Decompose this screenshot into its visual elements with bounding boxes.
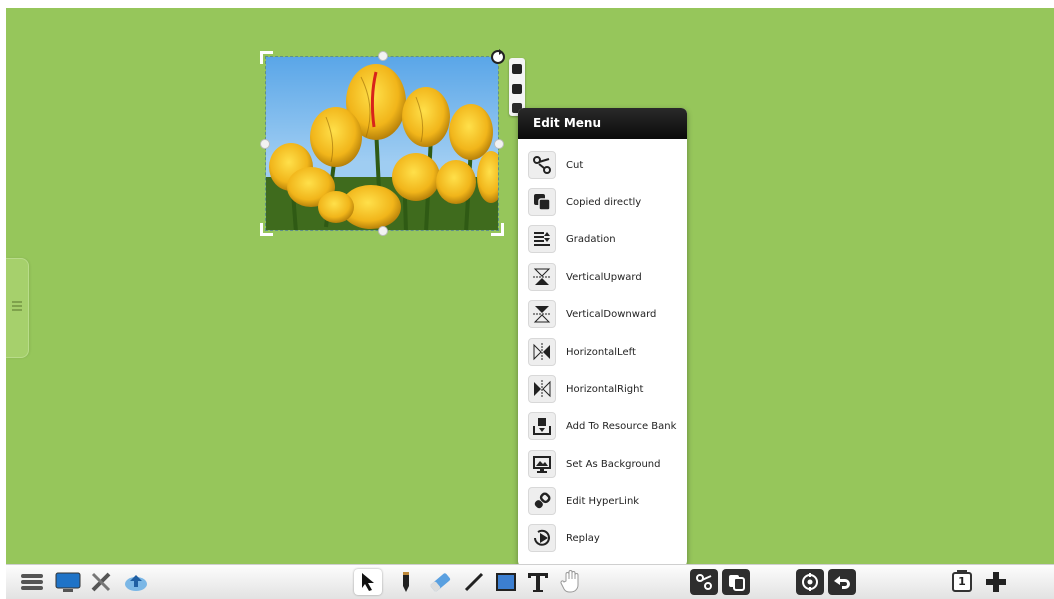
set-background-icon	[528, 450, 556, 478]
flip-horizontal-left-icon	[528, 338, 556, 366]
cut-tool-icon[interactable]	[690, 569, 718, 595]
flip-vertical-down-icon	[528, 300, 556, 328]
menu-item-vertical-upward[interactable]: VerticalUpward	[528, 261, 683, 293]
menu-list-icon[interactable]	[18, 569, 46, 595]
shape-rectangle-icon[interactable]	[492, 569, 520, 595]
locate-icon[interactable]	[796, 569, 824, 595]
menu-item-label: VerticalDownward	[566, 308, 657, 320]
menu-item-label: Set As Background	[566, 458, 661, 470]
rotate-icon[interactable]	[491, 49, 505, 64]
menu-item-horizontal-left[interactable]: HorizontalLeft	[528, 336, 683, 368]
flip-horizontal-right-icon	[528, 375, 556, 403]
menu-item-label: Edit HyperLink	[566, 495, 640, 507]
eraser-icon[interactable]	[426, 569, 454, 595]
menu-item-set-background[interactable]: Set As Background	[528, 448, 683, 480]
menu-item-copy[interactable]: Copied directly	[528, 186, 683, 218]
corner-handle-br[interactable]	[491, 223, 504, 236]
select-pointer-icon[interactable]	[354, 569, 382, 595]
resize-handle-bottom[interactable]	[378, 226, 388, 236]
text-icon[interactable]	[524, 569, 552, 595]
menu-item-label: HorizontalRight	[566, 383, 644, 395]
copy-icon	[528, 188, 556, 216]
resize-handle-right[interactable]	[494, 139, 504, 149]
scissors-icon	[528, 151, 556, 179]
edit-menu: Edit Menu Cut Copied directly Gradation …	[518, 108, 687, 567]
menu-item-label: VerticalUpward	[566, 271, 642, 283]
replay-icon	[528, 524, 556, 552]
menu-item-label: Gradation	[566, 233, 616, 245]
page-number: 1	[958, 575, 966, 588]
add-page-icon[interactable]	[982, 569, 1010, 595]
desktop-icon[interactable]	[54, 569, 82, 595]
layer-order-icon	[528, 225, 556, 253]
menu-item-label: Add To Resource Bank	[566, 420, 677, 432]
resize-handle-left[interactable]	[260, 139, 270, 149]
bottom-toolbar: 1	[6, 564, 1054, 599]
page-indicator[interactable]: 1	[948, 569, 976, 595]
flip-vertical-up-icon	[528, 263, 556, 291]
menu-item-label: Copied directly	[566, 196, 642, 208]
menu-item-horizontal-right[interactable]: HorizontalRight	[528, 373, 683, 405]
tulip-photo	[266, 57, 498, 230]
side-panel-toggle[interactable]	[6, 258, 29, 358]
grip-icon	[12, 299, 22, 315]
menu-item-label: Replay	[566, 532, 600, 544]
menu-item-label: HorizontalLeft	[566, 346, 636, 358]
corner-handle-bl[interactable]	[260, 223, 273, 236]
corner-handle-tl[interactable]	[260, 51, 273, 64]
delete-icon[interactable]	[512, 64, 522, 74]
menu-item-replay[interactable]: Replay	[528, 522, 683, 554]
menu-item-edit-hyperlink[interactable]: Edit HyperLink	[528, 485, 683, 517]
menu-item-vertical-downward[interactable]: VerticalDownward	[528, 298, 683, 330]
menu-item-label: Cut	[566, 159, 584, 171]
menu-item-add-resource-bank[interactable]: Add To Resource Bank	[528, 410, 683, 442]
pen-icon[interactable]	[392, 569, 420, 595]
tools-icon[interactable]	[88, 569, 116, 595]
hyperlink-icon	[528, 487, 556, 515]
copy-tool-icon[interactable]	[722, 569, 750, 595]
hand-pan-icon[interactable]	[558, 569, 586, 595]
edit-menu-title: Edit Menu	[518, 108, 687, 139]
copy-icon[interactable]	[512, 84, 522, 94]
resize-handle-top[interactable]	[378, 51, 388, 61]
line-icon[interactable]	[460, 569, 488, 595]
cloud-upload-icon[interactable]	[122, 569, 150, 595]
selected-image[interactable]	[260, 51, 504, 236]
undo-icon[interactable]	[828, 569, 856, 595]
menu-item-gradation[interactable]: Gradation	[528, 223, 683, 255]
resource-bank-icon	[528, 412, 556, 440]
menu-item-cut[interactable]: Cut	[528, 149, 683, 181]
